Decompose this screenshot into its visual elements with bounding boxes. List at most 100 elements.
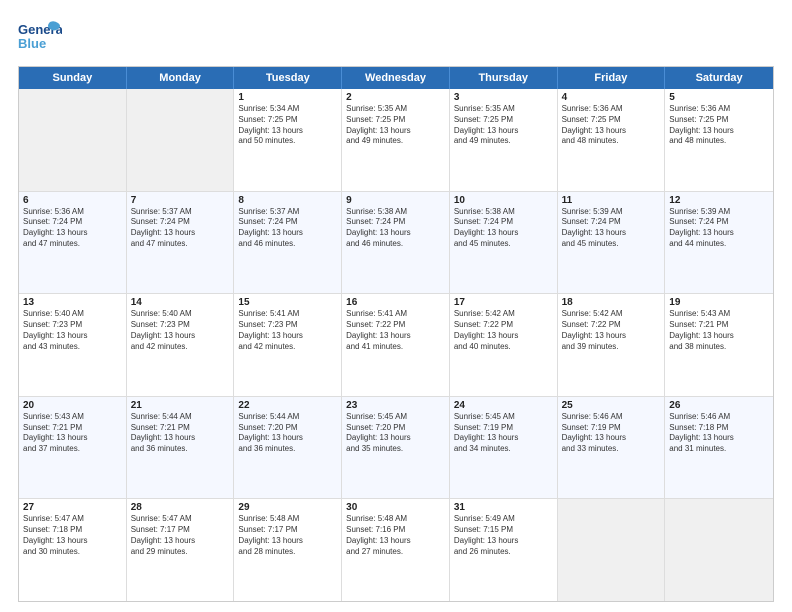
day-cell: 14Sunrise: 5:40 AM Sunset: 7:23 PM Dayli… <box>127 294 235 396</box>
day-info: Sunrise: 5:49 AM Sunset: 7:15 PM Dayligh… <box>454 514 553 557</box>
day-number: 17 <box>454 297 553 308</box>
day-number: 15 <box>238 297 337 308</box>
day-header-saturday: Saturday <box>665 67 773 89</box>
day-info: Sunrise: 5:35 AM Sunset: 7:25 PM Dayligh… <box>346 104 445 147</box>
day-info: Sunrise: 5:38 AM Sunset: 7:24 PM Dayligh… <box>346 207 445 250</box>
day-info: Sunrise: 5:47 AM Sunset: 7:17 PM Dayligh… <box>131 514 230 557</box>
logo-icon: General Blue <box>18 18 62 56</box>
day-number: 13 <box>23 297 122 308</box>
day-info: Sunrise: 5:41 AM Sunset: 7:22 PM Dayligh… <box>346 309 445 352</box>
day-info: Sunrise: 5:47 AM Sunset: 7:18 PM Dayligh… <box>23 514 122 557</box>
day-info: Sunrise: 5:46 AM Sunset: 7:18 PM Dayligh… <box>669 412 769 455</box>
week-row-3: 13 Sunrise: 5:40 AM Sunset: 7:23 PM Dayli… <box>19 293 773 396</box>
day-number: 12 <box>669 195 769 206</box>
day-cell: 13Sunrise: 5:40 AM Sunset: 7:23 PM Dayli… <box>19 294 127 396</box>
day-info: Sunrise: 5:38 AM Sunset: 7:24 PM Dayligh… <box>454 207 553 250</box>
day-number: 4 <box>562 92 661 103</box>
day-cell: 2Sunrise: 5:35 AM Sunset: 7:25 PM Daylig… <box>342 89 450 191</box>
day-header-sunday: Sunday <box>19 67 127 89</box>
day-cell: 4Sunrise: 5:36 AM Sunset: 7:25 PM Daylig… <box>558 89 666 191</box>
day-cell: 25Sunrise: 5:46 AM Sunset: 7:19 PM Dayli… <box>558 397 666 499</box>
day-cell: 11Sunrise: 5:39 AM Sunset: 7:24 PM Dayli… <box>558 192 666 294</box>
logo: General Blue <box>18 18 62 56</box>
day-cell: 1Sunrise: 5:34 AM Sunset: 7:25 PM Daylig… <box>234 89 342 191</box>
day-info: Sunrise: 5:43 AM Sunset: 7:21 PM Dayligh… <box>669 309 769 352</box>
day-header-friday: Friday <box>558 67 666 89</box>
day-cell: 18Sunrise: 5:42 AM Sunset: 7:22 PM Dayli… <box>558 294 666 396</box>
day-number: 16 <box>346 297 445 308</box>
day-cell: 3Sunrise: 5:35 AM Sunset: 7:25 PM Daylig… <box>450 89 558 191</box>
day-info: Sunrise: 5:44 AM Sunset: 7:20 PM Dayligh… <box>238 412 337 455</box>
day-info: Sunrise: 5:43 AM Sunset: 7:21 PM Dayligh… <box>23 412 122 455</box>
day-number: 9 <box>346 195 445 206</box>
day-number: 2 <box>346 92 445 103</box>
week-row-2: 6Sunrise: 5:36 AM Sunset: 7:24 PM Daylig… <box>19 191 773 294</box>
day-number: 26 <box>669 400 769 411</box>
day-cell: 26Sunrise: 5:46 AM Sunset: 7:18 PM Dayli… <box>665 397 773 499</box>
day-cell: 9Sunrise: 5:38 AM Sunset: 7:24 PM Daylig… <box>342 192 450 294</box>
day-info: Sunrise: 5:36 AM Sunset: 7:24 PM Dayligh… <box>23 207 122 250</box>
week-row-1: 1Sunrise: 5:34 AM Sunset: 7:25 PM Daylig… <box>19 89 773 191</box>
day-number: 10 <box>454 195 553 206</box>
day-info: Sunrise: 5:39 AM Sunset: 7:24 PM Dayligh… <box>562 207 661 250</box>
day-cell: 16Sunrise: 5:41 AM Sunset: 7:22 PM Dayli… <box>342 294 450 396</box>
day-number: 25 <box>562 400 661 411</box>
day-info: Sunrise: 5:42 AM Sunset: 7:22 PM Dayligh… <box>562 309 661 352</box>
day-cell: 30Sunrise: 5:48 AM Sunset: 7:16 PM Dayli… <box>342 499 450 601</box>
day-cell <box>558 499 666 601</box>
day-cell: 31Sunrise: 5:49 AM Sunset: 7:15 PM Dayli… <box>450 499 558 601</box>
day-cell: 20Sunrise: 5:43 AM Sunset: 7:21 PM Dayli… <box>19 397 127 499</box>
day-cell: 23Sunrise: 5:45 AM Sunset: 7:20 PM Dayli… <box>342 397 450 499</box>
page: General Blue SundayMondayTuesdayWednesda… <box>0 0 792 612</box>
day-cell <box>19 89 127 191</box>
day-cell: 10Sunrise: 5:38 AM Sunset: 7:24 PM Dayli… <box>450 192 558 294</box>
day-number: 8 <box>238 195 337 206</box>
day-number: 19 <box>669 297 769 308</box>
day-number: 20 <box>23 400 122 411</box>
day-info: Sunrise: 5:42 AM Sunset: 7:22 PM Dayligh… <box>454 309 553 352</box>
header: General Blue <box>18 18 774 56</box>
day-cell: 17Sunrise: 5:42 AM Sunset: 7:22 PM Dayli… <box>450 294 558 396</box>
day-cell: 15Sunrise: 5:41 AM Sunset: 7:23 PM Dayli… <box>234 294 342 396</box>
day-cell <box>665 499 773 601</box>
day-number: 18 <box>562 297 661 308</box>
day-cell: 21Sunrise: 5:44 AM Sunset: 7:21 PM Dayli… <box>127 397 235 499</box>
day-info: Sunrise: 5:44 AM Sunset: 7:21 PM Dayligh… <box>131 412 230 455</box>
day-info: Sunrise: 5:41 AM Sunset: 7:23 PM Dayligh… <box>238 309 337 352</box>
day-number: 24 <box>454 400 553 411</box>
day-header-monday: Monday <box>127 67 235 89</box>
day-number: 5 <box>669 92 769 103</box>
day-cell: 22Sunrise: 5:44 AM Sunset: 7:20 PM Dayli… <box>234 397 342 499</box>
day-cell: 24Sunrise: 5:45 AM Sunset: 7:19 PM Dayli… <box>450 397 558 499</box>
day-cell: 7Sunrise: 5:37 AM Sunset: 7:24 PM Daylig… <box>127 192 235 294</box>
day-info: Sunrise: 5:36 AM Sunset: 7:25 PM Dayligh… <box>669 104 769 147</box>
day-number: 14 <box>131 297 230 308</box>
day-number: 6 <box>23 195 122 206</box>
day-info: Sunrise: 5:40 AM Sunset: 7:23 PM Dayligh… <box>131 309 230 352</box>
day-info: Sunrise: 5:36 AM Sunset: 7:25 PM Dayligh… <box>562 104 661 147</box>
day-number: 22 <box>238 400 337 411</box>
day-number: 27 <box>23 502 122 513</box>
day-info: Sunrise: 5:35 AM Sunset: 7:25 PM Dayligh… <box>454 104 553 147</box>
day-info: Sunrise: 5:48 AM Sunset: 7:16 PM Dayligh… <box>346 514 445 557</box>
day-info: Sunrise: 5:34 AM Sunset: 7:25 PM Dayligh… <box>238 104 337 147</box>
week-row-4: 20Sunrise: 5:43 AM Sunset: 7:21 PM Dayli… <box>19 396 773 499</box>
day-cell: 8Sunrise: 5:37 AM Sunset: 7:24 PM Daylig… <box>234 192 342 294</box>
day-cell: 6Sunrise: 5:36 AM Sunset: 7:24 PM Daylig… <box>19 192 127 294</box>
day-info: Sunrise: 5:37 AM Sunset: 7:24 PM Dayligh… <box>238 207 337 250</box>
day-number: 23 <box>346 400 445 411</box>
day-number: 29 <box>238 502 337 513</box>
day-header-thursday: Thursday <box>450 67 558 89</box>
day-info: Sunrise: 5:46 AM Sunset: 7:19 PM Dayligh… <box>562 412 661 455</box>
day-number: 21 <box>131 400 230 411</box>
day-info: Sunrise: 5:48 AM Sunset: 7:17 PM Dayligh… <box>238 514 337 557</box>
day-cell <box>127 89 235 191</box>
day-number: 3 <box>454 92 553 103</box>
day-cell: 19Sunrise: 5:43 AM Sunset: 7:21 PM Dayli… <box>665 294 773 396</box>
svg-text:Blue: Blue <box>18 36 46 51</box>
day-info: Sunrise: 5:39 AM Sunset: 7:24 PM Dayligh… <box>669 207 769 250</box>
day-headers: SundayMondayTuesdayWednesdayThursdayFrid… <box>19 67 773 89</box>
day-number: 28 <box>131 502 230 513</box>
day-cell: 27Sunrise: 5:47 AM Sunset: 7:18 PM Dayli… <box>19 499 127 601</box>
calendar-body: 1Sunrise: 5:34 AM Sunset: 7:25 PM Daylig… <box>19 89 773 601</box>
